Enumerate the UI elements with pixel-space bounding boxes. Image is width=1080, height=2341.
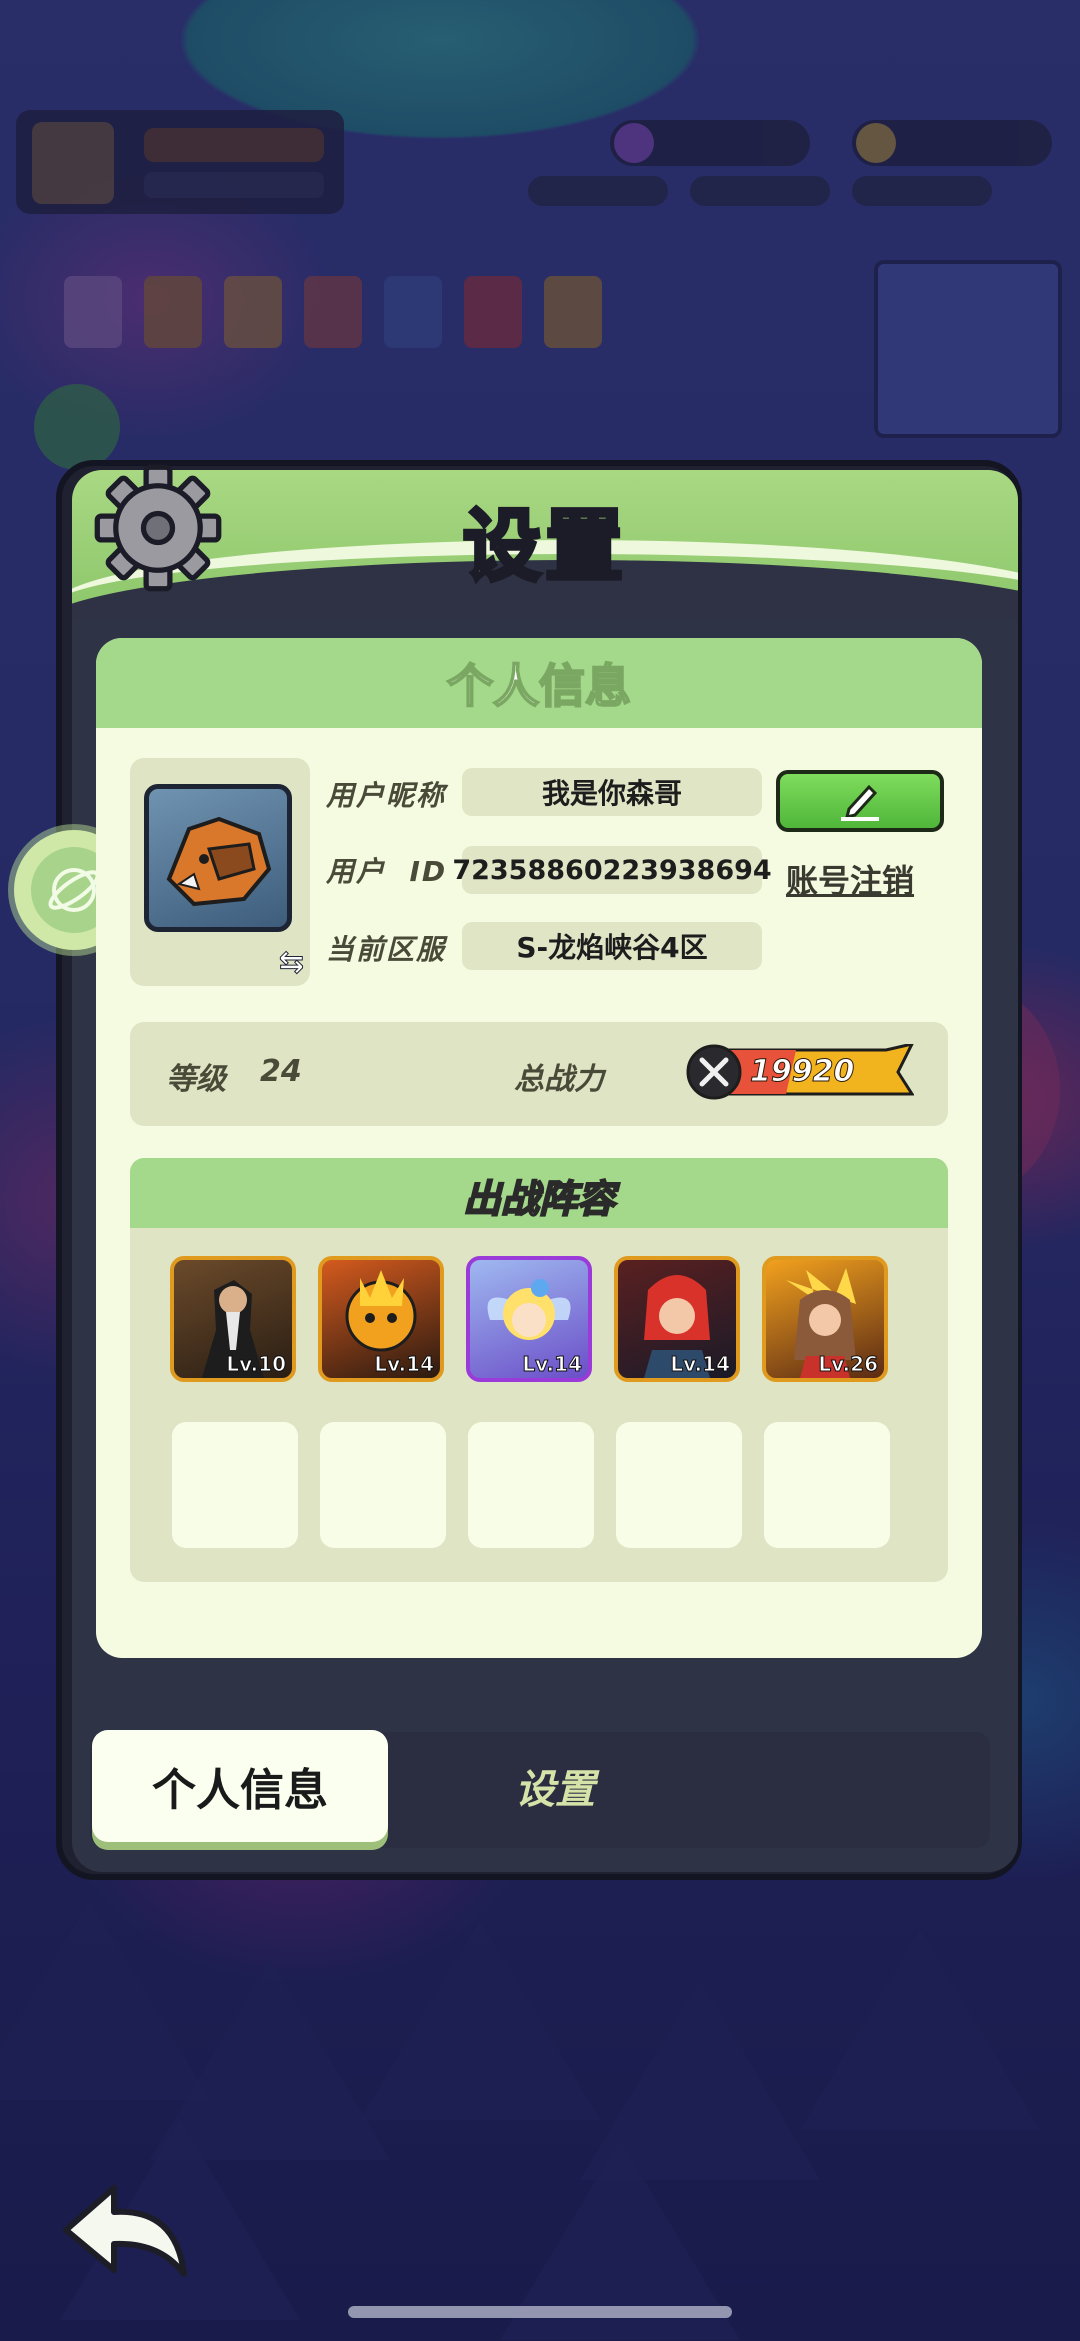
empty-hero-slot[interactable]	[468, 1422, 594, 1548]
hero-level: Lv.10	[226, 1352, 287, 1377]
pencil-icon	[841, 784, 879, 821]
back-arrow-icon[interactable]	[56, 2178, 196, 2288]
tab-settings[interactable]: 设置	[430, 1730, 680, 1842]
empty-hero-slot[interactable]	[616, 1422, 742, 1548]
hero-level: Lv.26	[818, 1352, 879, 1377]
hero-slot-2[interactable]: Lv.14	[318, 1256, 444, 1382]
level-value: 24	[260, 1054, 302, 1089]
dialog-title: 设置	[461, 500, 627, 594]
hero-level: Lv.14	[374, 1352, 435, 1377]
cancel-account-link[interactable]: 账号注销	[786, 856, 914, 902]
hero-slot-3[interactable]: Lv.14	[466, 1256, 592, 1382]
panel-title: 个人信息	[446, 658, 632, 714]
server-label: 当前区服	[326, 933, 447, 966]
hero-slot-4[interactable]: Lv.14	[614, 1256, 740, 1382]
edit-nickname-button[interactable]	[776, 770, 944, 832]
hero-slot-1[interactable]: Lv.10	[170, 1256, 296, 1382]
tab-personal-info[interactable]: 个人信息	[92, 1730, 388, 1842]
empty-hero-slot[interactable]	[172, 1422, 298, 1548]
user-id-label: 用户 ID	[326, 855, 448, 888]
empty-hero-slot[interactable]	[320, 1422, 446, 1548]
swap-icon[interactable]: ⇆	[278, 945, 304, 981]
lineup-title: 出战阵容	[462, 1176, 616, 1222]
home-indicator[interactable]	[348, 2306, 732, 2318]
power-value: 19920	[750, 1054, 855, 1090]
user-id-field: 72358860223938694	[452, 846, 772, 894]
personal-info-panel: 个人信息 ⇆ 用户昵称 我是你森哥 用户 ID 7235886022393869…	[96, 638, 982, 1658]
planet-icon	[48, 868, 100, 912]
hero-level: Lv.14	[670, 1352, 731, 1377]
battle-lineup: 出战阵容 Lv.10 Lv.14 Lv.14 Lv.14 Lv.26	[130, 1158, 948, 1582]
level-label: 等级	[166, 1062, 226, 1097]
power-label: 总战力	[514, 1062, 604, 1097]
avatar[interactable]	[144, 784, 292, 932]
hero-slot-5[interactable]: Lv.26	[762, 1256, 888, 1382]
empty-hero-slot[interactable]	[764, 1422, 890, 1548]
avatar-image	[166, 816, 272, 907]
avatar-frame[interactable]: ⇆	[130, 758, 310, 986]
nickname-field: 我是你森哥	[462, 768, 762, 816]
stats-bar: 等级 24 总战力 19920	[130, 1022, 948, 1126]
nickname-label: 用户昵称	[326, 779, 447, 812]
server-field: S-龙焰峡谷4区	[462, 922, 762, 970]
hero-level: Lv.14	[522, 1352, 583, 1377]
